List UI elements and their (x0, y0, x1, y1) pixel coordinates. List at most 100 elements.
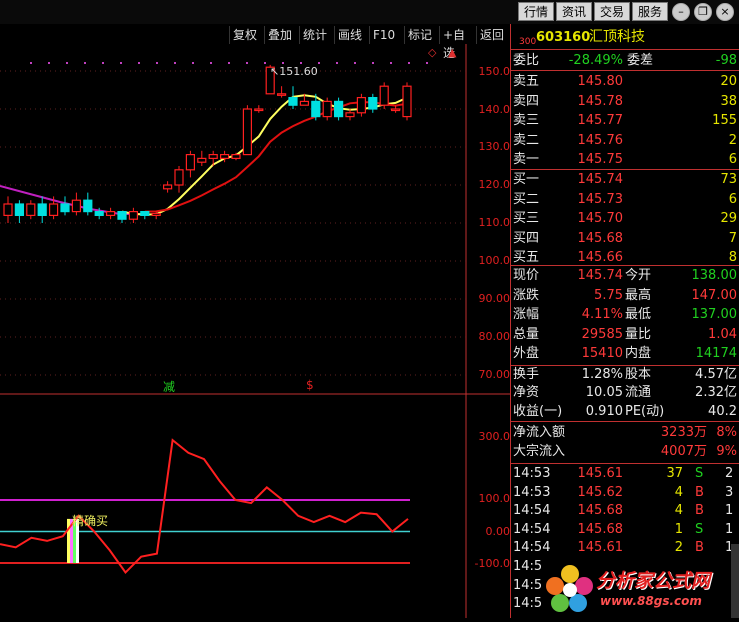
bid-label: 买三 (513, 211, 540, 227)
price-tick: 140.0 (478, 103, 511, 116)
tick-time: 14:54 (513, 540, 551, 556)
candle-body (254, 108, 264, 112)
stat-value: 145.74 (577, 268, 624, 283)
close-icon[interactable]: × (716, 3, 734, 21)
ask-label: 卖二 (513, 132, 540, 148)
flow-label: 大宗流入 (513, 444, 566, 459)
stat-value: 4.57亿 (695, 367, 737, 382)
stock-code: 603160 (536, 30, 591, 45)
stat-label: 流通 (625, 385, 652, 401)
minimize-icon[interactable]: – (672, 3, 690, 21)
ask-label: 卖三 (513, 113, 540, 129)
mark-button[interactable]: 标记 (404, 26, 438, 44)
candle-body (242, 108, 252, 156)
news-button[interactable]: 资讯 (556, 2, 592, 21)
flow-percent: 8% (716, 425, 737, 440)
diamond-icon: ◇ (428, 46, 437, 59)
flow-label: 净流入额 (513, 425, 566, 440)
buy-signal-label: 精确买 (72, 514, 109, 528)
flow-row: 大宗流入 4007万 9% (511, 442, 739, 461)
marker-dot (210, 62, 212, 64)
weibi-row: 委比 -28.49% 委差 -98 (511, 51, 739, 70)
chart-area[interactable]: 150.0 140.0 130.0 120.0 110.0 100.0 90.0… (0, 44, 510, 618)
stats-button[interactable]: 统计 (299, 26, 333, 44)
candle-body (368, 96, 378, 110)
tick-side: B (695, 503, 704, 519)
tick-price: 145.61 (577, 466, 624, 481)
price-tick: 130.0 (478, 140, 511, 153)
candle-body (71, 199, 82, 213)
bid-price: 145.68 (577, 230, 624, 246)
tick-time: 14:5 (513, 596, 543, 612)
flower-logo-icon (546, 565, 593, 612)
stat-value: 5.75 (594, 287, 623, 303)
ask-volume: 20 (720, 74, 737, 89)
stat-label: 内盘 (625, 346, 652, 362)
marker-dot (48, 62, 50, 64)
ask-row: 卖五 145.80 20 (511, 72, 739, 91)
candle-body (26, 203, 36, 216)
market-button[interactable]: 行情 (518, 2, 554, 21)
marker-dot (354, 62, 356, 64)
high-price-marker: ↖151.60 (270, 65, 318, 78)
marker-dot (30, 62, 32, 64)
bid-label: 买一 (513, 172, 540, 187)
marker-dot (156, 62, 158, 64)
add-favorite-button[interactable]: +自选 (439, 26, 475, 60)
candle-body (208, 153, 218, 159)
back-button[interactable]: 返回 (476, 26, 508, 44)
candle-body (220, 153, 230, 159)
candle-body (48, 203, 59, 216)
fuquan-button[interactable]: 复权 (229, 26, 263, 44)
tick-price: 145.61 (577, 540, 624, 556)
buy-signal-bar (67, 518, 70, 563)
marker-dot (174, 62, 176, 64)
candle-body (311, 100, 321, 118)
candle-body (402, 85, 412, 118)
candle-body (83, 199, 93, 213)
marker-dot (120, 62, 122, 64)
ask-volume: 38 (720, 93, 737, 109)
stat-value: 29585 (581, 326, 623, 342)
ask-label: 卖一 (513, 152, 540, 168)
price-tick: 110.0 (478, 216, 511, 229)
price-tick: 100.0 (478, 254, 511, 267)
marker-dot (84, 62, 86, 64)
ask-row: 卖二 145.76 2 (511, 131, 739, 150)
quote-panel: 300 603160 汇顶科技 委比 -28.49% 委差 -98 卖五 145.… (510, 24, 739, 618)
candle-body (105, 211, 116, 217)
candle-body (163, 184, 173, 190)
stat-label: PE(动) (625, 403, 665, 419)
candle-body (356, 96, 366, 114)
marker-dot (102, 62, 104, 64)
tick-time: 14:54 (513, 503, 551, 519)
candle-body (14, 203, 24, 216)
ask-label: 卖四 (513, 93, 540, 109)
tick-side: B (695, 540, 704, 556)
stat-value: 1.04 (708, 326, 737, 342)
restore-icon[interactable]: ❐ (694, 3, 712, 21)
stat-row: 换手 1.28% 股本 4.57亿 (511, 365, 739, 384)
ask-row: 卖四 145.78 38 (511, 92, 739, 111)
candle-body (299, 100, 309, 106)
stat-label: 涨跌 (513, 287, 540, 303)
indicator-tick: 300.0 (478, 430, 511, 443)
draw-line-button[interactable]: 画线 (334, 26, 368, 44)
bid-row: 买三 145.70 29 (511, 209, 739, 228)
tick-row: 14:54 145.68 4 B (511, 501, 739, 520)
stat-label: 外盘 (513, 346, 540, 362)
trade-button[interactable]: 交易 (594, 2, 630, 21)
tick-volume: 2 (674, 540, 683, 556)
stat-row: 涨幅 4.11% 最低 137.00 (511, 305, 739, 324)
stat-label: 现价 (513, 268, 540, 283)
candle-body (334, 100, 344, 118)
stat-label: 最低 (625, 307, 652, 323)
bid-row: 买四 145.68 7 (511, 229, 739, 248)
watermark-title: 分析家公式网 (596, 570, 711, 592)
f10-button[interactable]: F10 (369, 26, 403, 44)
overlay-button[interactable]: 叠加 (264, 26, 298, 44)
stat-label: 最高 (625, 287, 652, 303)
service-button[interactable]: 服务 (632, 2, 668, 21)
ask-volume: 2 (728, 132, 737, 148)
stat-row: 总量 29585 量比 1.04 (511, 325, 739, 344)
